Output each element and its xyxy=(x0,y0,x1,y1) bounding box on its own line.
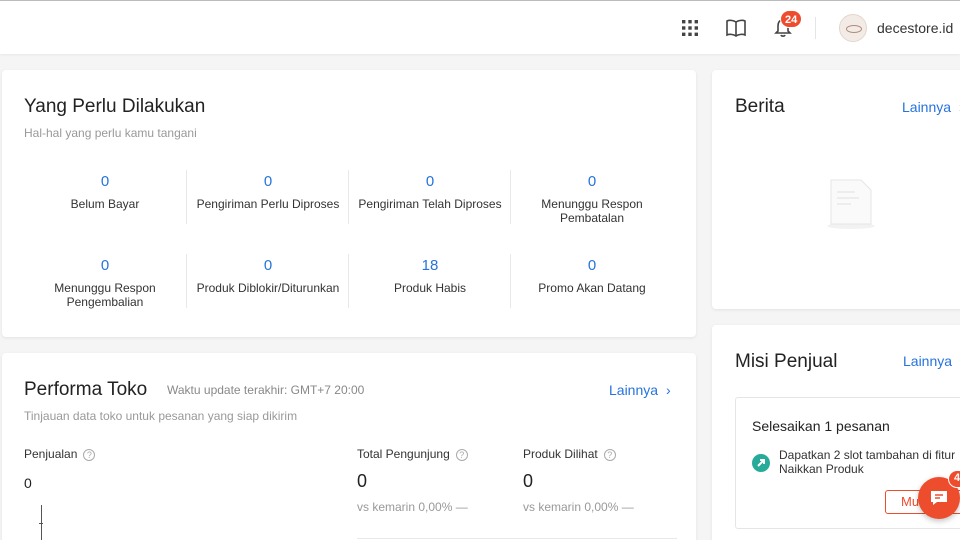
metric-produk-dilihat: Produk Dilihat? xyxy=(523,447,616,461)
misi-title: Misi Penjual xyxy=(735,351,838,372)
todo-item-belum-bayar[interactable]: 0 Belum Bayar xyxy=(24,173,186,211)
todo-card: Yang Perlu Dilakukan Hal-hal yang perlu … xyxy=(2,70,696,337)
todo-label: Promo Akan Datang xyxy=(538,281,646,295)
todo-item-menunggu-respon-pengembalian[interactable]: 0 Menunggu Respon Pengembalian xyxy=(24,257,186,309)
todo-item-menunggu-respon-pembatalan[interactable]: 0 Menunggu Respon Pembatalan xyxy=(511,173,673,225)
avatar[interactable] xyxy=(839,14,867,42)
chat-icon xyxy=(931,491,947,505)
top-bar: 24 decestore.id xyxy=(0,0,960,54)
performa-card: Performa Toko Waktu update terakhir: GMT… xyxy=(2,353,696,540)
metric-total-pengunjung: Total Pengunjung? xyxy=(357,447,468,461)
help-icon[interactable]: ? xyxy=(455,448,468,461)
todo-value: 0 xyxy=(263,173,273,190)
help-icon[interactable]: ? xyxy=(603,448,616,461)
todo-label: Pengiriman Telah Diproses xyxy=(358,197,502,211)
todo-label: Pengiriman Perlu Diproses xyxy=(196,197,340,211)
todo-label: Menunggu Respon Pengembalian xyxy=(54,281,156,309)
todo-value: 0 xyxy=(263,257,273,274)
metric-value: 0 xyxy=(357,471,368,491)
misi-more-link[interactable]: Lainnya › xyxy=(903,353,960,369)
metrics-divider xyxy=(357,538,677,539)
todo-value: 18 xyxy=(421,257,439,274)
mission-task-desc: Dapatkan 2 slot tambahan di fitur Naikka… xyxy=(779,448,956,476)
metric-label: Produk Dilihat xyxy=(523,447,598,461)
chat-badge: 4 xyxy=(948,470,960,488)
todo-value: 0 xyxy=(587,173,597,190)
apps-grid-icon[interactable] xyxy=(679,17,701,39)
todo-value: 0 xyxy=(425,173,435,190)
metric-label: Total Pengunjung xyxy=(357,447,450,461)
help-icon[interactable]: ? xyxy=(83,448,96,461)
berita-more-link[interactable]: Lainnya › xyxy=(902,99,960,115)
performa-more-link[interactable]: Lainnya › xyxy=(609,382,671,398)
todo-label: Belum Bayar xyxy=(70,197,140,211)
todo-value: 0 xyxy=(100,173,110,190)
todo-subtitle: Hal-hal yang perlu kamu tangani xyxy=(24,126,197,140)
todo-label: Produk Diblokir/Diturunkan xyxy=(196,281,340,295)
empty-document-icon xyxy=(827,178,877,235)
metric-value: 0 xyxy=(523,471,534,491)
berita-title: Berita xyxy=(735,96,785,117)
todo-item-promo-akan-datang[interactable]: 0 Promo Akan Datang xyxy=(511,257,673,295)
todo-label: Produk Habis xyxy=(393,281,467,295)
notification-badge: 24 xyxy=(780,10,803,28)
chart-tick xyxy=(39,523,43,524)
todo-item-produk-habis[interactable]: 18 Produk Habis xyxy=(349,257,511,295)
todo-item-produk-diblokir[interactable]: 0 Produk Diblokir/Diturunkan xyxy=(187,257,349,295)
book-icon[interactable] xyxy=(725,17,747,39)
todo-item-pengiriman-perlu-diproses[interactable]: 0 Pengiriman Perlu Diproses xyxy=(187,173,349,211)
update-time: Waktu update terakhir: GMT+7 20:00 xyxy=(167,383,365,397)
metric-penjualan: Penjualan? xyxy=(24,447,96,461)
performa-subtitle: Tinjauan data toko untuk pesanan yang si… xyxy=(24,409,298,423)
more-label: Lainnya xyxy=(903,353,953,369)
shop-name[interactable]: decestore.id xyxy=(877,20,953,36)
more-label: Lainnya xyxy=(609,382,659,398)
boost-arrow-icon xyxy=(752,454,770,472)
mission-task-title: Selesaikan 1 pesanan xyxy=(752,418,890,434)
todo-item-pengiriman-telah-diproses[interactable]: 0 Pengiriman Telah Diproses xyxy=(349,173,511,211)
chevron-right-icon: › xyxy=(665,382,671,398)
todo-value: 0 xyxy=(587,257,597,274)
topbar-divider xyxy=(815,17,816,39)
todo-label: Menunggu Respon Pembatalan xyxy=(541,197,643,225)
metric-value: 0 xyxy=(24,475,32,491)
more-label: Lainnya xyxy=(902,99,952,115)
metric-vs: vs kemarin 0,00% — xyxy=(523,500,634,514)
performa-title: Performa Toko xyxy=(24,379,148,400)
berita-card: Berita Lainnya › xyxy=(712,70,960,309)
todo-title: Yang Perlu Dilakukan xyxy=(24,96,206,117)
metric-label: Penjualan xyxy=(24,447,78,461)
todo-value: 0 xyxy=(100,257,110,274)
metric-vs: vs kemarin 0,00% — xyxy=(357,500,468,514)
